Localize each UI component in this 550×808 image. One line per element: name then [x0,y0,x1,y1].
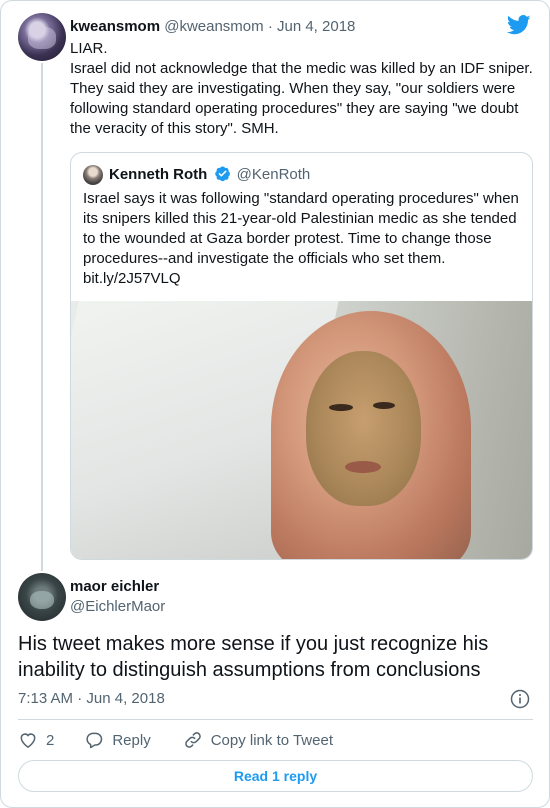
copy-link-label: Copy link to Tweet [210,731,333,749]
like-count: 2 [46,731,55,749]
tweet-actions-bar: 2 Reply Copy link to Tweet [18,729,365,751]
tweet-date: Jun 4, 2018 [86,690,165,707]
photo-eye-right [373,402,395,409]
timestamp-separator: · [77,690,83,707]
main-author-handle[interactable]: @EichlerMaor [70,597,165,617]
kenroth-avatar[interactable] [83,165,103,185]
quoted-tweet-text: Israel says it was following "standard o… [83,189,523,289]
header-separator: · [267,18,273,35]
read-replies-button[interactable]: Read 1 reply [18,760,533,792]
quoting-tweet-line-2: Israel did not acknowledge that the medi… [70,60,533,137]
tweet-time: 7:13 AM [18,690,74,707]
quoted-tweet-link[interactable]: bit.ly/2J57VLQ [83,270,181,287]
maor-eichler-avatar[interactable] [18,573,66,621]
heart-icon [20,733,36,748]
copy-link-button[interactable]: Copy link to Tweet [183,730,333,750]
quoting-author-name[interactable]: kweansmom [70,18,160,35]
reply-button[interactable]: Reply [84,730,151,750]
thread-connector-line [41,63,43,571]
reply-label: Reply [112,731,151,749]
quoted-author-name[interactable]: Kenneth Roth [109,166,207,183]
quoted-tweet-header: Kenneth Roth @KenRoth [109,165,310,185]
info-icon[interactable] [510,689,530,709]
kweansmom-avatar[interactable] [18,13,66,61]
quoted-author-handle[interactable]: @KenRoth [237,166,311,183]
quoted-tweet-body: Israel says it was following "standard o… [83,190,519,267]
quoting-tweet-text: LIAR. Israel did not acknowledge that th… [70,39,540,139]
main-tweet-timestamp[interactable]: 7:13 AM · Jun 4, 2018 [18,689,165,709]
quoting-tweet-date[interactable]: Jun 4, 2018 [277,18,355,35]
main-author-name[interactable]: maor eichler [70,577,159,597]
action-divider [18,719,533,720]
verified-badge-icon [214,166,230,182]
quoted-tweet-photo[interactable] [71,301,532,559]
photo-eye-left [329,404,353,411]
photo-lips [345,461,381,473]
quoting-author-handle[interactable]: @kweansmom [164,18,263,35]
quoting-tweet-line-1: LIAR. [70,40,108,57]
main-tweet-text: His tweet makes more sense if you just r… [18,633,489,681]
quoted-tweet-card[interactable]: Kenneth Roth @KenRoth Israel says it was… [70,152,533,560]
reply-icon [86,732,103,749]
quoting-tweet-header: kweansmom @kweansmom · Jun 4, 2018 [70,17,355,37]
link-icon [184,732,201,748]
twitter-bird-icon[interactable] [507,15,531,35]
photo-face [306,351,421,506]
tweet-embed-card: kweansmom @kweansmom · Jun 4, 2018 LIAR.… [0,0,550,808]
like-button[interactable]: 2 [18,730,54,750]
